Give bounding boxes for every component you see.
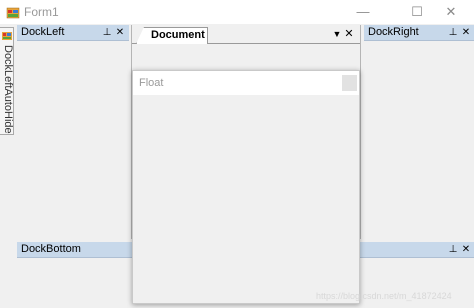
- close-window-button[interactable]: ✕: [428, 0, 474, 24]
- autohide-tab-label: DockLeftAutoHide: [2, 45, 14, 134]
- dock-right-title: DockRight: [368, 26, 419, 38]
- dropdown-arrow-icon[interactable]: ▼: [331, 27, 343, 42]
- pin-icon[interactable]: ⊥: [101, 25, 113, 40]
- app-icon: [6, 7, 20, 19]
- minimize-button[interactable]: —: [340, 0, 386, 24]
- form-icon: [2, 32, 12, 40]
- dock-bottom-title: DockBottom: [21, 243, 81, 255]
- float-window-button[interactable]: [342, 75, 357, 91]
- float-window-title: Float: [139, 77, 164, 89]
- dock-right-body: [364, 41, 474, 239]
- close-icon[interactable]: ✕: [343, 27, 355, 42]
- dock-right-pane: DockRight ⊥ ✕: [364, 25, 474, 239]
- dock-left-caption[interactable]: DockLeft ⊥ ✕: [17, 25, 129, 41]
- pin-icon[interactable]: ⊥: [447, 25, 459, 40]
- window-title: Form1: [24, 5, 59, 19]
- close-icon[interactable]: ✕: [460, 25, 472, 40]
- float-window-caption[interactable]: [133, 71, 359, 95]
- dock-left-body: [17, 41, 129, 239]
- dock-left-pane: DockLeft ⊥ ✕: [17, 25, 129, 239]
- dock-left-title: DockLeft: [21, 26, 65, 38]
- pin-icon[interactable]: ⊥: [447, 242, 459, 257]
- watermark: https://blog.csdn.net/m_41872424: [316, 291, 452, 301]
- float-window: [132, 70, 360, 304]
- close-icon[interactable]: ✕: [114, 25, 126, 40]
- tab-document-label: Document: [151, 29, 205, 41]
- dock-right-caption[interactable]: DockRight ⊥ ✕: [364, 25, 474, 41]
- close-icon[interactable]: ✕: [460, 242, 472, 257]
